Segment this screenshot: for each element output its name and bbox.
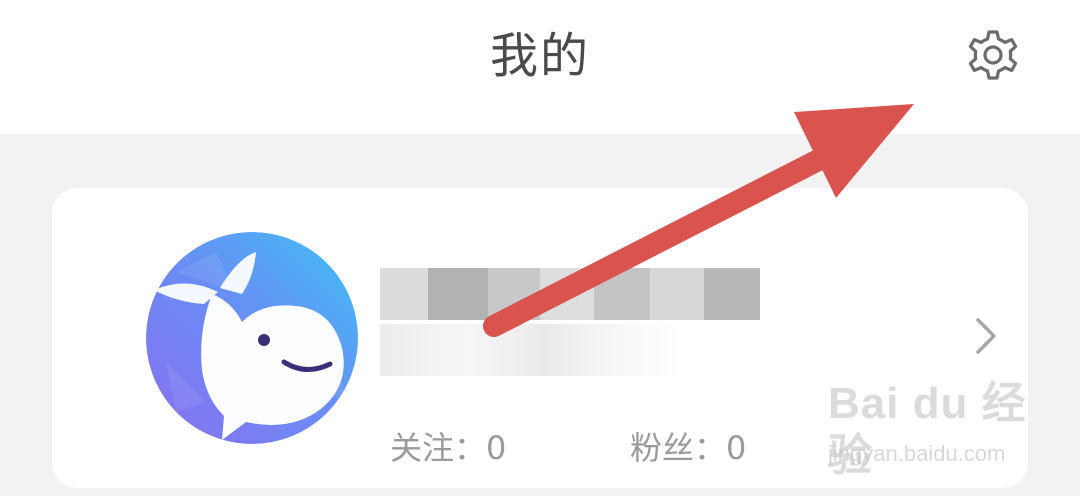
avatar[interactable] <box>146 232 358 444</box>
follow-stat[interactable]: 关注：0 <box>390 428 506 468</box>
settings-button[interactable] <box>956 22 1030 88</box>
watermark-url: jingyan.baidu.com <box>828 441 1006 466</box>
follow-count: 0 <box>486 429 507 467</box>
gear-icon <box>968 30 1018 80</box>
fans-label: 粉丝： <box>630 429 727 467</box>
whale-avatar <box>146 232 358 444</box>
fans-count: 0 <box>726 429 747 467</box>
top-bar: 我的 <box>0 0 1080 134</box>
user-id-redacted <box>380 324 680 376</box>
chevron-right-icon <box>976 318 996 354</box>
page-title: 我的 <box>489 28 590 84</box>
fans-stat[interactable]: 粉丝：0 <box>630 428 746 468</box>
profile-chevron-button[interactable] <box>964 314 1004 358</box>
my-page: 我的 关注：0 粉丝：0 Bai du 经验 jingyan.baidu.com <box>0 0 1080 496</box>
username-redacted <box>380 268 760 320</box>
follow-label: 关注： <box>390 429 487 467</box>
baidu-jingyan-watermark: Bai du 经验 jingyan.baidu.com <box>828 378 1028 488</box>
